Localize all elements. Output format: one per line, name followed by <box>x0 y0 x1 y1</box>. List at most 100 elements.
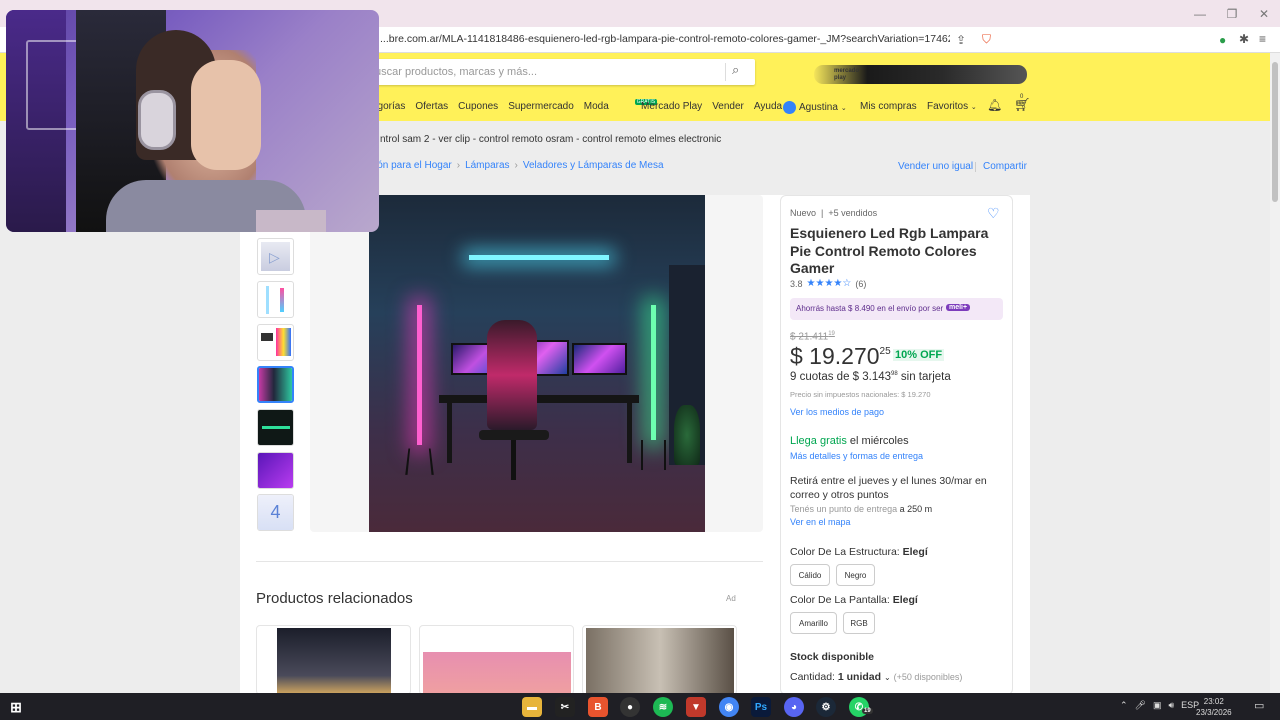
nav-ayuda[interactable]: Ayuda <box>754 101 782 112</box>
related-product-card[interactable] <box>256 625 411 695</box>
related-product-card[interactable] <box>582 625 737 695</box>
thumbnail-image[interactable] <box>257 324 294 361</box>
divider <box>975 162 976 172</box>
discord-icon[interactable]: ◕ <box>784 697 804 717</box>
installments-suffix: sin tarjeta <box>897 371 951 383</box>
map-link[interactable]: Ver en el mapa <box>790 517 851 527</box>
mic-icon[interactable]: 🎤︎ <box>1135 700 1146 711</box>
delivery-details-link[interactable]: Más detalles y formas de entrega <box>790 451 923 461</box>
thumbnail-more-count: 4 <box>258 495 293 530</box>
puzzle-icon[interactable]: ✱ <box>1239 32 1249 46</box>
restore-icon[interactable]: ❐ <box>1216 0 1248 27</box>
product-main-image[interactable] <box>369 195 705 532</box>
menu-icon[interactable]: ≡ <box>1259 32 1266 46</box>
option-rgb[interactable]: RGB <box>843 612 875 634</box>
screen-color-value: Elegí <box>892 594 918 606</box>
related-searches[interactable]: ntrol sam 2 - ver clip - control remoto … <box>380 134 721 145</box>
vender-uno-igual-link[interactable]: Vender uno igual <box>898 161 973 172</box>
rating-value: 3.8 <box>790 278 803 289</box>
thumbnail-image[interactable] <box>257 452 294 489</box>
nav-vender[interactable]: Vender <box>712 101 744 112</box>
chevron-up-icon[interactable]: ⌃ <box>1120 700 1128 711</box>
compartir-link[interactable]: Compartir <box>983 161 1027 172</box>
product-title: Esquienero Led Rgb Lampara Pie Control R… <box>790 225 989 276</box>
heart-icon[interactable]: ♡ <box>987 205 1000 222</box>
play-icon: ▷ <box>269 249 280 265</box>
user-name: Agustina <box>799 102 838 113</box>
chevron-right-icon: › <box>514 160 518 171</box>
thumbnail-more[interactable]: 4 <box>257 494 294 531</box>
breadcrumb-item[interactable]: ción para el Hogar <box>370 160 452 171</box>
thumbnail-image[interactable] <box>257 281 294 318</box>
related-products-title: Productos relacionados <box>256 590 413 607</box>
app-icon[interactable]: ▼ <box>686 697 706 717</box>
network-icon[interactable]: ▣ <box>1153 700 1162 711</box>
brave-icon[interactable]: B <box>588 697 608 717</box>
bell-icon[interactable]: 🔔︎ <box>987 98 1002 112</box>
breadcrumb-item[interactable]: Veladores y Lámparas de Mesa <box>523 160 664 171</box>
address-bar[interactable]: ...bre.com.ar/MLA-1141818486-esquienero-… <box>380 33 950 45</box>
system-tray: ⌃ 🎤︎ ▣ 🔊︎ ESP <box>1120 700 1199 711</box>
close-icon[interactable]: ✕ <box>1248 0 1280 27</box>
capcut-icon[interactable]: ✂ <box>555 697 575 717</box>
chevron-down-icon: ⌄ <box>970 104 977 111</box>
chrome-icon[interactable]: ◉ <box>719 697 739 717</box>
brave-shield-icon[interactable]: ⛉ <box>982 32 991 47</box>
cart-count: 0 <box>1020 94 1024 100</box>
installments: 9 cuotas de $ 3.14398 sin tarjeta <box>790 371 951 383</box>
favoritos-link[interactable]: Favoritos ⌄ <box>927 101 977 112</box>
share-icon[interactable]: ⇪ <box>956 33 966 47</box>
nav-mercado-play[interactable]: GRATISMercado Play <box>619 99 702 112</box>
thumbnail-image-selected[interactable] <box>257 366 294 403</box>
thumbnail-image[interactable] <box>257 409 294 446</box>
photoshop-icon[interactable]: Ps <box>751 697 771 717</box>
breadcrumb-item[interactable]: Lámparas <box>465 160 509 171</box>
structure-color-label: Color De La Estructura: Elegí <box>790 546 928 558</box>
option-amarillo[interactable]: Amarillo <box>790 612 837 634</box>
price-without-taxes: Precio sin impuestos nacionales: $ 19.27… <box>790 390 931 399</box>
webcam-overlay <box>6 10 379 232</box>
nav-moda[interactable]: Moda <box>584 101 609 112</box>
windows-start-icon[interactable]: ⊞ <box>6 697 26 717</box>
user-menu[interactable]: Agustina ⌄ <box>783 101 847 114</box>
search-placeholder: uscar productos, marcas y más... <box>375 66 537 78</box>
obs-icon[interactable]: ● <box>620 697 640 717</box>
section-divider <box>256 561 763 562</box>
nav-supermercado[interactable]: Supermercado <box>508 101 574 112</box>
old-price-value: $ 21.411 <box>790 331 829 343</box>
cart-icon[interactable]: 🛒︎ 0 <box>1014 94 1031 113</box>
spotify-icon[interactable]: ≋ <box>653 697 673 717</box>
search-icon[interactable]: ⌕ <box>732 62 739 78</box>
steam-icon[interactable]: ⚙ <box>816 697 836 717</box>
volume-icon[interactable]: 🔊︎ <box>1169 700 1175 711</box>
payment-methods-link[interactable]: Ver los medios de pago <box>790 407 884 417</box>
scrollbar-thumb[interactable] <box>1272 62 1278 202</box>
clock[interactable]: 23:02 23/3/2026 <box>1196 696 1232 718</box>
option-calido[interactable]: Cálido <box>790 564 830 586</box>
condition-sold: Nuevo | +5 vendidos <box>790 208 878 218</box>
option-negro[interactable]: Negro <box>836 564 875 586</box>
ad-label: Ad <box>726 594 736 603</box>
minimize-icon[interactable]: — <box>1184 0 1216 27</box>
clock-time: 23:02 <box>1203 697 1224 706</box>
pickup-point-label: Tenés un punto de entrega <box>790 504 898 514</box>
file-explorer-icon[interactable]: ▬ <box>522 697 542 717</box>
nav-ofertas[interactable]: Ofertas <box>415 101 448 112</box>
related-product-card[interactable] <box>419 625 574 695</box>
mis-compras-link[interactable]: Mis compras <box>860 101 917 112</box>
structure-color-title: Color De La Estructura: <box>790 546 903 558</box>
delivery-info: Llega gratis el miércoles <box>790 435 909 447</box>
rating[interactable]: 3.8 ★★★★☆ (6) <box>790 278 866 289</box>
chevron-right-icon: › <box>456 160 461 171</box>
nav-cupones[interactable]: Cupones <box>458 101 498 112</box>
thumbnail-video[interactable]: ▷ <box>257 238 294 275</box>
free-shipping-label: Llega gratis <box>790 435 847 447</box>
price: $ 19.270 25 <box>790 343 891 370</box>
avatar <box>783 101 796 114</box>
quantity-selector[interactable]: Cantidad: 1 unidad ⌄ (+50 disponibles) <box>790 671 962 683</box>
notifications-icon[interactable]: ▭ <box>1254 699 1264 712</box>
whatsapp-icon[interactable]: ✆ 19 <box>849 697 873 717</box>
extension-icon[interactable]: ● <box>1219 33 1226 47</box>
chevron-down-icon: ⌄ <box>883 673 891 682</box>
screen-color-label: Color De La Pantalla: Elegí <box>790 594 918 606</box>
